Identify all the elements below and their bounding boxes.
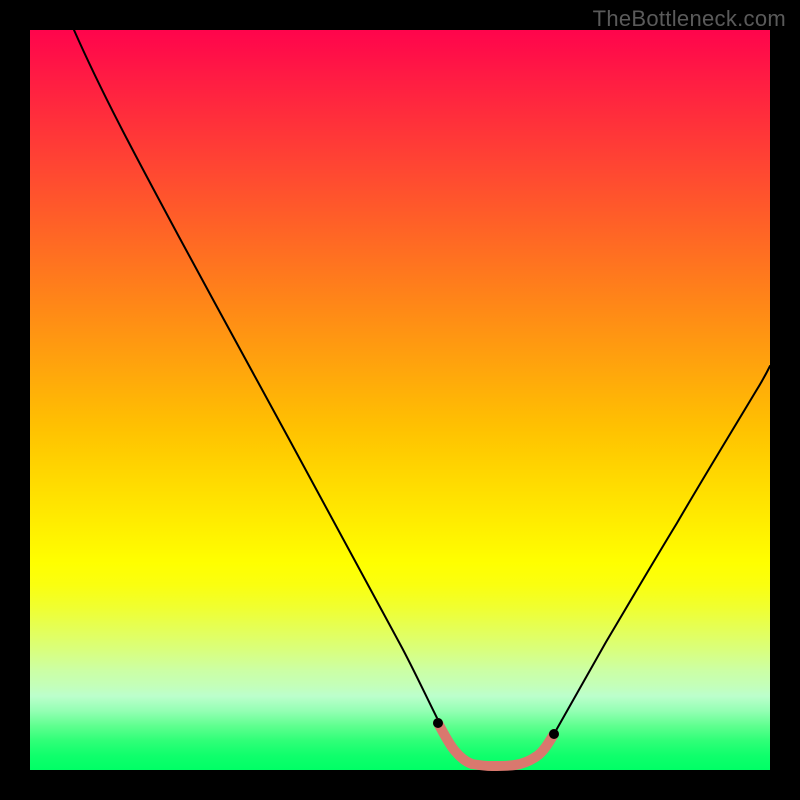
band-start-dot — [433, 718, 443, 728]
attribution-watermark: TheBottleneck.com — [593, 6, 786, 32]
optimal-range-band — [438, 723, 554, 766]
bottleneck-curve — [74, 30, 770, 766]
curve-layer — [30, 30, 770, 770]
plot-area — [30, 30, 770, 770]
chart-container: TheBottleneck.com — [0, 0, 800, 800]
band-end-dot — [549, 729, 559, 739]
